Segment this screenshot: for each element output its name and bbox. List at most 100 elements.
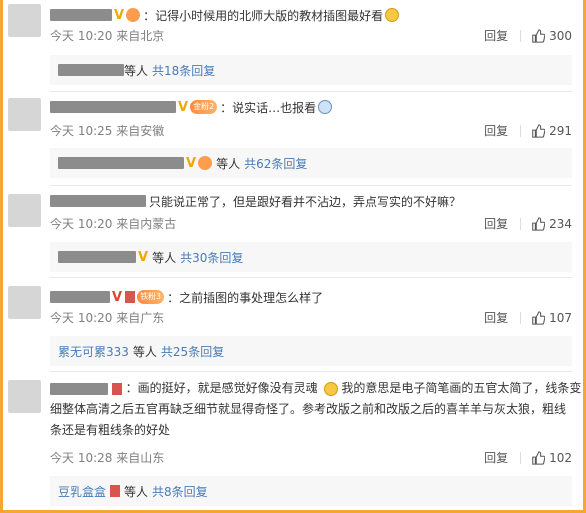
comment-time: 今天 10:20 (50, 29, 113, 43)
comment-meta: 今天 10:25 来自安徽 (50, 122, 164, 139)
action-divider (520, 124, 522, 137)
fan-rank-badge: 铁粉3 (137, 290, 165, 304)
avatar[interactable] (8, 380, 41, 413)
username-masked[interactable] (50, 101, 176, 113)
comment-header: V 铁粉3 ：之前插图的事处理怎么样了 (50, 288, 323, 306)
comment-location: 来自山东 (116, 451, 165, 465)
reply-button[interactable]: 回复 (484, 215, 508, 232)
verified-v-icon: V (178, 99, 189, 115)
reply-username[interactable]: 豆乳盒盒 (58, 483, 106, 500)
avatar[interactable] (8, 286, 41, 319)
reply-username-masked[interactable] (58, 64, 124, 76)
gift-icon (111, 382, 122, 395)
reply-username[interactable]: 累无可累333 (58, 343, 129, 360)
comment-text: ：记得小时候用的北师大版的教材插图最好看 (143, 8, 384, 23)
action-divider (520, 29, 522, 42)
cat-emoji-icon (323, 381, 338, 396)
comment-actions: 回复 102 (484, 449, 572, 466)
comment-text: ：说实话…也报看 (220, 100, 317, 115)
like-count: 234 (549, 216, 572, 231)
comment-line-1: ：画的挺好，就是感觉好像没有灵魂 我的意思是电子简笔画的五官太简了，线条变 (50, 378, 581, 399)
like-thumb-icon[interactable] (531, 216, 546, 231)
comment-meta: 今天 10:20 来自内蒙古 (50, 215, 176, 232)
reply-summary-prefix: 等人 (216, 156, 241, 171)
comment-actions: 回复 234 (484, 215, 572, 232)
reply-button[interactable]: 回复 (484, 27, 508, 44)
comment-text-line1: ：画的挺好，就是感觉好像没有灵魂 (125, 381, 318, 395)
reply-username-masked[interactable] (58, 251, 136, 263)
comment-header: 只能说正常了，但是跟好看并不沾边，弄点写实的不好嘛？ (50, 192, 461, 210)
like-count: 300 (549, 28, 572, 43)
action-divider (520, 311, 522, 324)
like-thumb-icon[interactable] (531, 450, 546, 465)
reply-summary-link[interactable]: 共62条回复 (244, 155, 307, 172)
comment-4: V 铁粉3 ：之前插图的事处理怎么样了 今天 10:20 来自广东 回复 107… (0, 278, 586, 372)
like-thumb-icon[interactable] (531, 123, 546, 138)
comment-body: ：画的挺好，就是感觉好像没有灵魂 我的意思是电子简笔画的五官太简了，线条变 细整… (50, 378, 581, 441)
reply-summary-link[interactable]: 共18条回复 (152, 62, 215, 79)
comment-location: 来自广东 (116, 311, 165, 325)
comment-2: V 金粉2 ：说实话…也报看 今天 10:25 来自安徽 回复 291 V 等人… (0, 92, 586, 186)
like-count: 102 (549, 450, 572, 465)
reply-summary[interactable]: V 等人 共62条回复 (50, 148, 572, 178)
reply-summary[interactable]: 豆乳盒盒 等人 共8条回复 (50, 476, 572, 506)
reply-button[interactable]: 回复 (484, 309, 508, 326)
reply-summary-link[interactable]: 共8条回复 (152, 483, 208, 500)
peek-emoji-icon (318, 100, 333, 114)
avatar[interactable] (8, 4, 41, 37)
comment-time: 今天 10:25 (50, 124, 113, 138)
comment-meta: 今天 10:20 来自北京 (50, 27, 164, 44)
comment-location: 来自安徽 (116, 124, 165, 138)
like-count: 291 (549, 123, 572, 138)
comment-1: V ：记得小时候用的北师大版的教材插图最好看 今天 10:20 来自北京 回复 … (0, 0, 586, 92)
comment-location: 来自北京 (116, 29, 165, 43)
reply-summary-prefix: 等人 (152, 250, 177, 265)
comment-text-line1b: 我的意思是电子简笔画的五官太简了，线条变 (341, 381, 582, 395)
avatar[interactable] (8, 194, 41, 227)
comment-line-2: 细整体高清之后五官再缺乏细节就显得奇怪了。参考改版之前和改版之后的喜羊羊与灰太狼… (50, 402, 567, 416)
like-count: 107 (549, 310, 572, 325)
fan-badge-icon (198, 156, 213, 170)
comment-location: 来自内蒙古 (116, 217, 177, 231)
comment-time: 今天 10:20 (50, 311, 113, 325)
like-thumb-icon[interactable] (531, 28, 546, 43)
comment-text: 只能说正常了，但是跟好看并不沾边，弄点写实的不好嘛？ (149, 194, 462, 209)
comment-actions: 回复 107 (484, 309, 572, 326)
reply-summary-link[interactable]: 共30条回复 (180, 249, 243, 266)
reply-username-masked[interactable] (58, 157, 184, 169)
username-masked[interactable] (50, 9, 112, 21)
comment-meta: 今天 10:20 来自广东 (50, 309, 164, 326)
reply-summary-prefix: 等人 (124, 63, 149, 78)
comment-time: 今天 10:28 (50, 451, 113, 465)
fan-badge-icon (126, 8, 141, 22)
reply-summary[interactable]: 累无可累333 等人 共25条回复 (50, 336, 572, 366)
comment-actions: 回复 300 (484, 27, 572, 44)
comment-actions: 回复 291 (484, 122, 572, 139)
username-masked[interactable] (50, 291, 110, 303)
like-thumb-icon[interactable] (531, 310, 546, 325)
verified-v-icon: V (186, 155, 197, 171)
action-divider (520, 217, 522, 230)
reply-summary-prefix: 等人 (124, 484, 149, 499)
reply-summary[interactable]: V 等人 共30条回复 (50, 242, 572, 272)
verified-v-icon: V (138, 249, 149, 265)
avatar[interactable] (8, 98, 41, 131)
verified-v-icon: V (112, 289, 123, 305)
fan-rank-badge: 金粉2 (190, 100, 218, 114)
username-masked[interactable] (50, 382, 108, 395)
comment-3: 只能说正常了，但是跟好看并不沾边，弄点写实的不好嘛？ 今天 10:20 来自内蒙… (0, 186, 586, 278)
reply-button[interactable]: 回复 (484, 449, 508, 466)
reply-summary-prefix: 等人 (132, 344, 157, 359)
comment-line-3: 条还是有粗线条的好处 (50, 423, 171, 437)
reply-button[interactable]: 回复 (484, 122, 508, 139)
comment-text: ：之前插图的事处理怎么样了 (167, 290, 324, 305)
comment-meta: 今天 10:28 来自山东 (50, 449, 164, 466)
comment-5: ：画的挺好，就是感觉好像没有灵魂 我的意思是电子简笔画的五官太简了，线条变 细整… (0, 372, 586, 513)
gift-icon (110, 485, 121, 497)
username-masked[interactable] (50, 195, 146, 207)
comment-header: V ：记得小时候用的北师大版的教材插图最好看 (50, 6, 400, 24)
reply-summary[interactable]: 等人 共18条回复 (50, 55, 572, 85)
gift-icon (125, 291, 136, 303)
reply-summary-link[interactable]: 共25条回复 (161, 343, 224, 360)
action-divider (520, 451, 522, 464)
